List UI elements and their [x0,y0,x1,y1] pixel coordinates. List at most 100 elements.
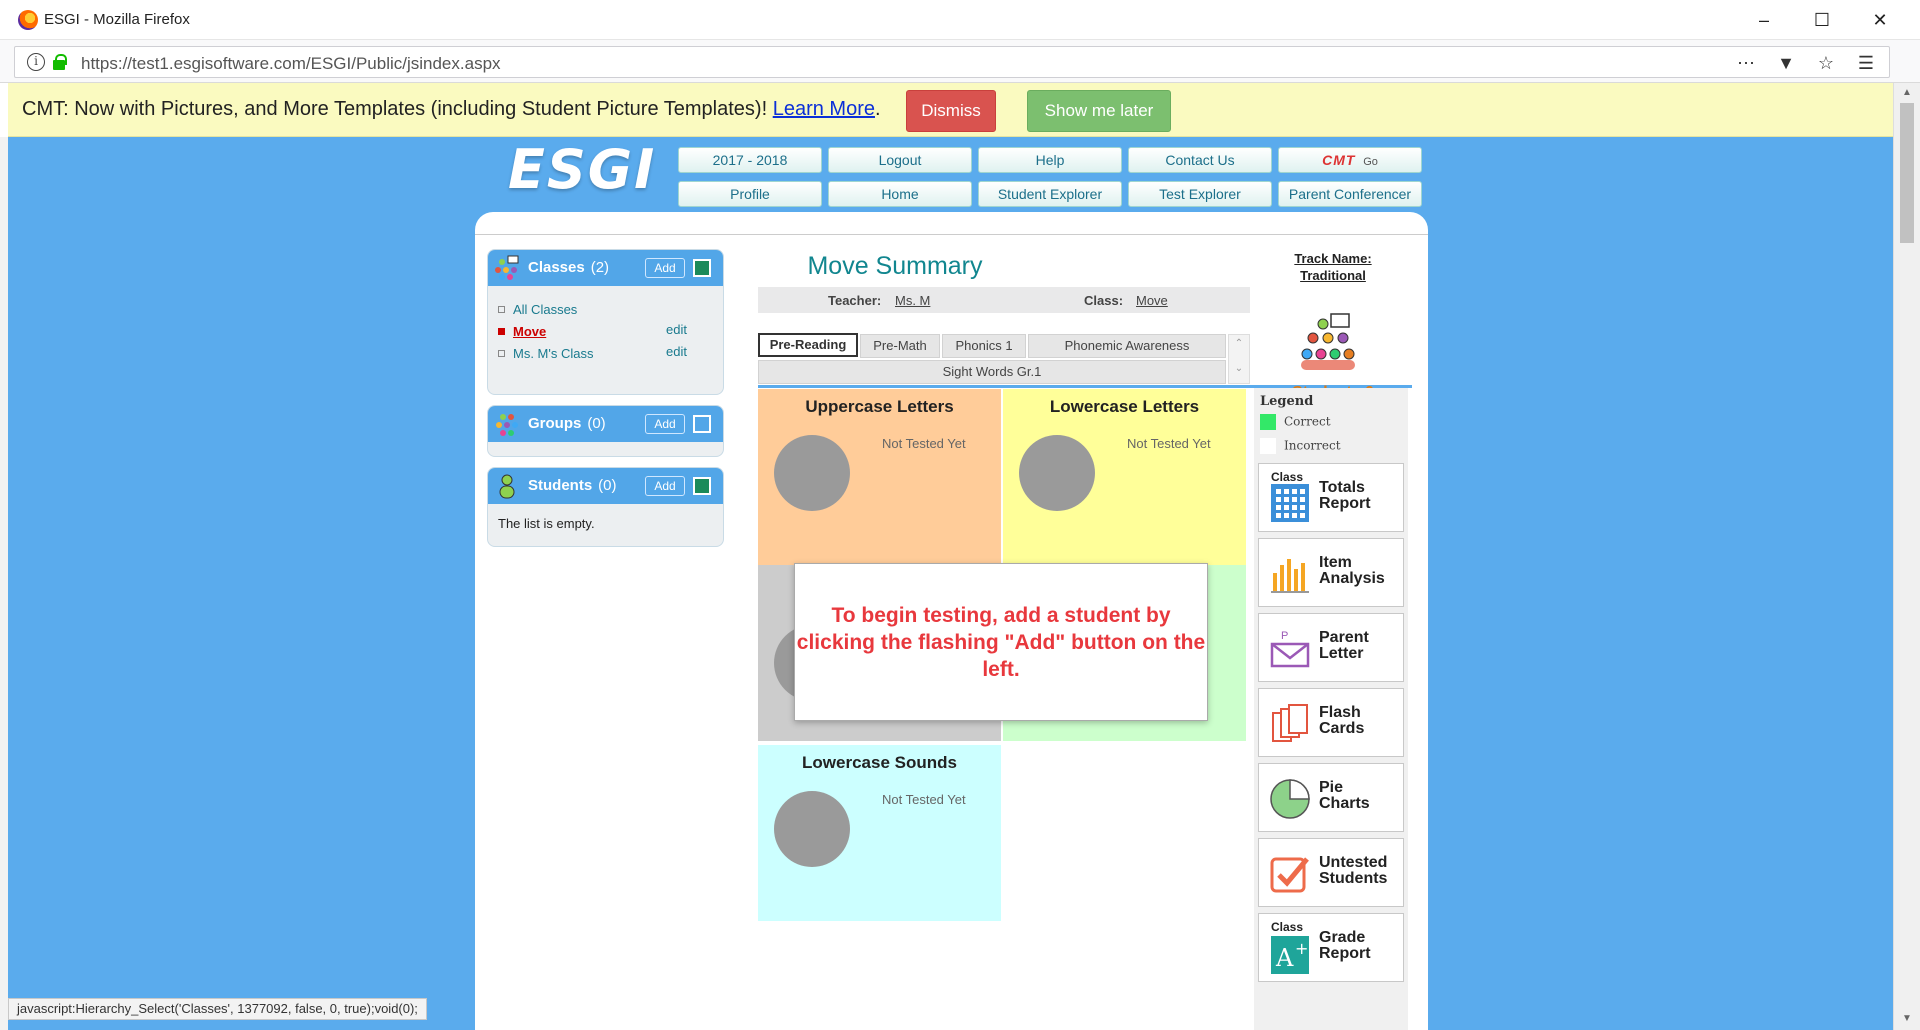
svg-text:A: A [1275,944,1294,972]
minimize-icon[interactable]: – [1742,6,1786,34]
nav-help[interactable]: Help [978,147,1122,173]
main-panel: Classes (2) Add All Classes Move edit Ms.… [475,212,1428,1030]
window-title: ESGI - Mozilla Firefox [44,11,190,28]
firefox-icon [18,10,38,30]
learn-more-link[interactable]: Learn More [773,98,875,120]
page-scrollbar[interactable]: ▲ ▼ [1893,83,1920,1030]
bookmark-star-icon[interactable]: ☆ [1813,53,1839,73]
tab-phonemic-awareness[interactable]: Phonemic Awareness [1028,334,1226,358]
tab-scroll-down-icon[interactable]: ⌄ [1229,363,1249,374]
navigation-bar: i https://test1.esgisoftware.com/ESGI/Pu… [0,40,1920,83]
students-group-icon[interactable] [1297,312,1359,374]
tile-title: Lowercase Letters [1049,397,1200,416]
nav-logout[interactable]: Logout [828,147,972,173]
students-empty: The list is empty. [498,516,595,531]
pie-charts-button[interactable]: Pie Charts [1258,763,1404,832]
tab-sight-words[interactable]: Sight Words Gr.1 [758,360,1226,384]
legend-incorrect: Incorrect [1260,438,1341,454]
collapse-students-icon[interactable] [693,477,711,495]
scroll-down-icon[interactable]: ▼ [1902,1013,1912,1024]
add-student-button[interactable]: Add [645,476,685,496]
untested-students-button[interactable]: Untested Students [1258,838,1404,907]
report-label: Parent Letter [1319,629,1369,662]
pocket-icon[interactable]: ▼ [1773,53,1799,73]
status-bar: javascript:Hierarchy_Select('Classes', 1… [8,998,427,1020]
add-group-button[interactable]: Add [645,414,685,434]
item-analysis-button[interactable]: Item Analysis [1258,538,1404,607]
nav-home[interactable]: Home [828,181,972,207]
teacher-class-bar: Teacher: Ms. M Class: Move [758,287,1250,313]
class-name[interactable]: All Classes [513,302,577,317]
nav-test-explorer[interactable]: Test Explorer [1128,181,1272,207]
tab-scroll-up-icon[interactable]: ⌃ [1229,338,1249,349]
pie-placeholder-icon[interactable] [774,791,850,867]
esgi-logo[interactable]: ESGI [508,141,654,199]
test-tile-uppercase[interactable]: Uppercase Letters Not Tested Yet [758,389,1001,565]
report-label: Untested Students [1319,854,1388,887]
class-grade-report-button[interactable]: Class A + Grade Report [1258,913,1404,982]
class-name[interactable]: Move [513,324,546,339]
maximize-icon[interactable]: ☐ [1800,6,1844,34]
pie-placeholder-icon[interactable] [1019,435,1095,511]
parent-letter-button[interactable]: P Parent Letter [1258,613,1404,682]
nav-school-year[interactable]: 2017 - 2018 [678,147,822,173]
notification-bar: CMT: Now with Pictures, and More Templat… [8,83,1893,137]
correct-swatch [1260,414,1276,430]
nav-parent-conferencer[interactable]: Parent Conferencer [1278,181,1422,207]
class-totals-report-button[interactable]: Class Totals Report [1258,463,1404,532]
groups-header: Groups (0) Add [488,406,723,442]
tile-status: Not Tested Yet [1127,436,1211,451]
teacher-label: Teacher: [828,293,882,308]
bullet-icon [498,350,505,357]
track-label: Track Name: [1294,251,1372,266]
track-value: Traditional [1300,268,1366,283]
info-icon[interactable]: i [27,53,45,71]
teacher-link[interactable]: Ms. M [895,293,930,308]
bullet-icon [498,328,505,335]
class-item-move[interactable]: Move edit [498,322,713,344]
add-class-button[interactable]: Add [645,258,685,278]
track-name[interactable]: Track Name: Traditional [1273,250,1393,284]
edit-class-link[interactable]: edit [666,322,687,337]
class-item-all[interactable]: All Classes [498,300,713,322]
divider [475,234,1428,235]
tab-pre-math[interactable]: Pre-Math [860,334,940,358]
dismiss-button[interactable]: Dismiss [906,90,996,132]
classes-title: Classes (2) [528,259,610,276]
edit-class-link[interactable]: edit [666,344,687,359]
class-label: Class: [1084,293,1124,308]
more-actions-icon[interactable]: ⋯ [1733,53,1759,73]
nav-cmt[interactable]: CMT Go [1278,147,1422,173]
close-icon[interactable]: ✕ [1858,6,1902,34]
scroll-up-icon[interactable]: ▲ [1902,87,1912,98]
test-tile-lowercase[interactable]: Lowercase Letters Not Tested Yet [1003,389,1246,565]
collapse-classes-icon[interactable] [693,259,711,277]
svg-text:P: P [1281,630,1288,642]
address-bar[interactable]: i https://test1.esgisoftware.com/ESGI/Pu… [14,46,1890,78]
left-edge [0,137,8,1030]
menu-icon[interactable]: ☰ [1853,53,1879,73]
nav-profile[interactable]: Profile [678,181,822,207]
flash-cards-button[interactable]: Flash Cards [1258,688,1404,757]
classes-icon [495,255,519,280]
show-later-button[interactable]: Show me later [1027,90,1171,132]
tab-phonics-1[interactable]: Phonics 1 [942,334,1026,358]
class-item-ms-m[interactable]: Ms. M's Class edit [498,344,713,366]
test-tile-lowercase-sounds[interactable]: Lowercase Sounds Not Tested Yet [758,745,1001,921]
class-name[interactable]: Ms. M's Class [513,346,593,361]
start-testing-popup: To begin testing, add a student by click… [794,563,1208,721]
pie-placeholder-icon[interactable] [774,435,850,511]
checkbox-icon [1270,857,1309,893]
scrollbar-thumb[interactable] [1900,103,1914,243]
nav-student-explorer[interactable]: Student Explorer [978,181,1122,207]
classes-header: Classes (2) Add [488,250,723,286]
groups-widget: Groups (0) Add [487,405,724,457]
url-text[interactable]: https://test1.esgisoftware.com/ESGI/Publ… [81,54,501,74]
bar-chart-icon [1271,559,1309,593]
class-link[interactable]: Move [1136,293,1168,308]
nav-contact-us[interactable]: Contact Us [1128,147,1272,173]
expand-groups-icon[interactable] [693,415,711,433]
tab-pre-reading[interactable]: Pre-Reading [758,333,858,357]
grade-icon: A + [1271,936,1309,974]
tab-scroller[interactable]: ⌃ ⌄ [1228,334,1250,384]
